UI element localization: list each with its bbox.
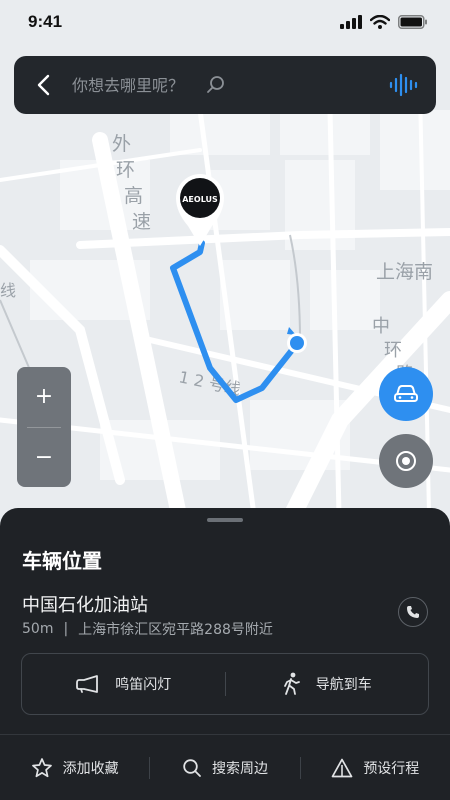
sheet-title: 车辆位置 — [22, 549, 102, 573]
preset-trip-label: 预设行程 — [363, 760, 420, 777]
call-button[interactable] — [398, 597, 428, 627]
vehicle-actions: 鸣笛闪灯 导航到车 — [21, 653, 429, 715]
warning-triangle-icon — [331, 758, 353, 777]
map-label-road-outer-2: 环 — [116, 159, 135, 181]
place-address: 上海市徐汇区宛平路288号附近 — [78, 622, 273, 638]
wifi-icon — [370, 15, 390, 29]
bottom-action-bar: 添加收藏 搜索周边 预设行程 — [0, 734, 450, 800]
preset-trip-button[interactable]: 预设行程 — [301, 735, 450, 800]
signal-icon — [340, 15, 362, 29]
vehicle-location-sheet: 车辆位置 中国石化加油站 50m | 上海市徐汇区宛平路288号附近 鸣笛闪灯 … — [0, 508, 450, 800]
walk-icon — [283, 672, 300, 695]
brand-logo-text: AEOLUS — [182, 195, 218, 204]
locate-me-button[interactable] — [379, 434, 433, 488]
car-location-button[interactable] — [379, 367, 433, 421]
voice-wave-icon — [389, 73, 418, 97]
map-label-station: 上海南 — [376, 261, 433, 283]
voice-button[interactable] — [386, 68, 420, 102]
star-icon — [31, 757, 52, 777]
search-icon — [207, 76, 224, 93]
chevron-left-icon — [37, 74, 50, 96]
horn-flash-label: 鸣笛闪灯 — [115, 677, 172, 693]
map-label-road-outer-3: 高 — [124, 185, 143, 207]
meta-separator: | — [63, 621, 69, 637]
zoom-in-button[interactable]: + — [17, 367, 71, 427]
sheet-grabber[interactable] — [207, 518, 243, 522]
navigate-to-car-label: 导航到车 — [315, 677, 372, 693]
zoom-out-button[interactable]: − — [17, 428, 71, 488]
car-icon — [394, 385, 418, 402]
phone-icon — [407, 606, 419, 618]
place-distance: 50m — [22, 621, 54, 637]
search-nearby-button[interactable]: 搜索周边 — [150, 735, 299, 800]
search-button[interactable] — [204, 73, 228, 97]
battery-icon — [398, 15, 427, 29]
map-label-zhonghuan-2: 环 — [384, 340, 402, 361]
search-icon — [183, 758, 201, 777]
map-label-road-outer-4: 速 — [132, 211, 151, 233]
locate-icon — [396, 451, 416, 471]
add-favorite-button[interactable]: 添加收藏 — [0, 735, 149, 800]
horn-icon — [76, 675, 99, 693]
map-label-left-edge: 线 — [0, 281, 16, 300]
status-icons — [340, 15, 428, 29]
map-label-zhonghuan-1: 中 — [372, 316, 390, 337]
add-favorite-label: 添加收藏 — [62, 760, 119, 777]
search-nearby-label: 搜索周边 — [211, 760, 268, 777]
back-button[interactable] — [30, 71, 58, 99]
place-meta: 50m | 上海市徐汇区宛平路288号附近 — [22, 619, 273, 639]
horn-flash-button[interactable]: 鸣笛闪灯 — [22, 654, 225, 714]
search-input[interactable] — [72, 75, 202, 95]
map-label-road-outer-1: 外 — [112, 133, 131, 155]
zoom-control: + − — [17, 367, 71, 487]
search-bar — [14, 56, 436, 114]
navigate-to-car-button[interactable]: 导航到车 — [226, 654, 429, 714]
place-name: 中国石化加油站 — [22, 595, 148, 616]
status-bar: 9:41 — [0, 0, 450, 44]
status-time: 9:41 — [28, 12, 63, 31]
